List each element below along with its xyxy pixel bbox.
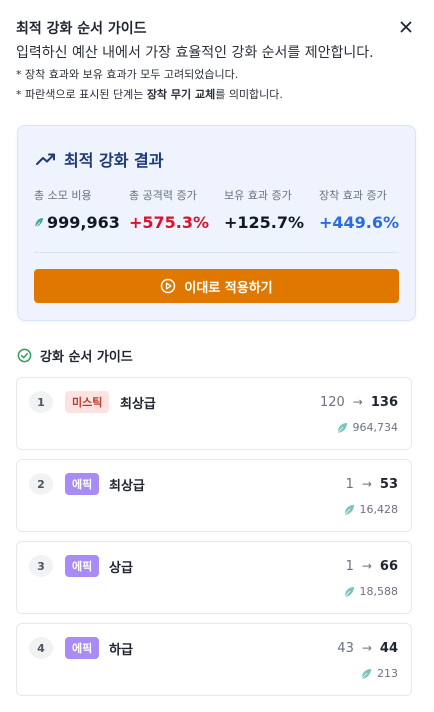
stat-label: 총 소모 비용 [34, 189, 92, 202]
stat-total-cost: 총 소모 비용 999,963 [34, 187, 120, 232]
step-cost: 964,734 [336, 421, 399, 434]
level-from: 120 [319, 394, 345, 410]
stat-label: 장착 효과 증가 [319, 189, 387, 202]
feather-icon [360, 668, 371, 680]
feather-icon [34, 217, 43, 228]
level-change: 1 → 53 [346, 473, 398, 495]
step-cost: 18,588 [343, 585, 399, 598]
cost-value: 16,428 [359, 503, 399, 516]
note-blue-suffix: 를 의미합니다. [215, 88, 283, 101]
level-to: 53 [379, 476, 398, 492]
level-to: 136 [370, 394, 398, 410]
stat-holding-effect: 보유 효과 증가 +125.7% [224, 187, 304, 232]
note-blue-bold: 장착 무기 교체 [146, 88, 216, 101]
note-blue-prefix: * 파란색으로 표시된 단계는 [16, 88, 147, 101]
step-card[interactable]: 1 미스틱 최상급 120 → 136 964,734 [16, 377, 412, 450]
stat-label: 보유 효과 증가 [224, 189, 292, 202]
arrow-right-icon: → [352, 395, 363, 409]
stat-value-text: 999,963 [47, 213, 120, 232]
grade-label: 하급 [109, 642, 133, 658]
step-cost: 213 [360, 667, 398, 680]
tier-badge: 미스틱 [65, 391, 110, 413]
step-number: 3 [29, 555, 53, 577]
feather-icon [343, 504, 354, 516]
cost-value: 964,734 [352, 421, 399, 434]
step-number: 4 [29, 637, 53, 659]
step-card[interactable]: 2 에픽 최상급 1 → 53 16,428 [16, 459, 412, 532]
feather-icon [343, 586, 354, 598]
level-from: 43 [337, 640, 354, 656]
stat-value: +125.7% [224, 213, 305, 232]
divider [34, 252, 399, 253]
level-to: 66 [379, 558, 398, 574]
level-from: 1 [345, 558, 354, 574]
result-title: 최적 강화 결과 [36, 147, 163, 171]
stat-value: 999,963 [34, 213, 120, 232]
check-circle-icon [17, 348, 32, 363]
level-change: 120 → 136 [320, 391, 398, 413]
guide-title: 강화 순서 가이드 [40, 350, 133, 365]
level-from: 1 [345, 476, 354, 492]
note-effects: * 장착 효과와 보유 효과가 모두 고려되었습니다. [16, 68, 239, 81]
level-change: 1 → 66 [346, 555, 398, 577]
apply-button[interactable]: 이대로 적용하기 [34, 269, 399, 303]
feather-icon [336, 422, 347, 434]
note-blue-steps: * 파란색으로 표시된 단계는 장착 무기 교체를 의미합니다. [16, 86, 283, 102]
level-to: 44 [379, 640, 398, 656]
result-title-text: 최적 강화 결과 [64, 151, 164, 170]
step-card[interactable]: 3 에픽 상급 1 → 66 18,588 [16, 541, 412, 614]
play-circle-icon [161, 278, 176, 294]
arrow-right-icon: → [361, 559, 372, 573]
tier-badge: 에픽 [65, 473, 100, 495]
result-card: 최적 강화 결과 총 소모 비용 999,963 총 공격력 증가 +575.3… [17, 125, 416, 321]
tier-badge: 에픽 [65, 555, 100, 577]
guide-heading: 강화 순서 가이드 [17, 346, 133, 365]
dialog-title: 최적 강화 순서 가이드 [16, 21, 147, 37]
grade-label: 최상급 [120, 396, 156, 412]
apply-button-label: 이대로 적용하기 [184, 280, 273, 296]
cost-value: 213 [377, 667, 398, 680]
trending-up-icon [36, 153, 55, 165]
stat-total-attack: 총 공격력 증가 +575.3% [129, 187, 209, 232]
step-cost: 16,428 [343, 503, 399, 516]
stat-label: 총 공격력 증가 [129, 189, 197, 202]
stat-value: +575.3% [129, 213, 210, 232]
step-number: 1 [29, 391, 53, 413]
stat-value: +449.6% [319, 213, 400, 232]
step-card[interactable]: 4 에픽 하급 43 → 44 213 [16, 623, 412, 696]
close-icon[interactable] [398, 19, 414, 35]
close-button[interactable] [398, 19, 414, 35]
cost-value: 18,588 [359, 585, 399, 598]
step-number: 2 [29, 473, 53, 495]
level-change: 43 → 44 [337, 637, 398, 659]
grade-label: 최상급 [109, 478, 145, 494]
dialog-subtitle: 입력하신 예산 내에서 가장 효율적인 강화 순서를 제안합니다. [16, 45, 374, 61]
arrow-right-icon: → [361, 477, 372, 491]
tier-badge: 에픽 [65, 637, 100, 659]
arrow-right-icon: → [361, 641, 372, 655]
grade-label: 상급 [109, 560, 133, 576]
dialog-header: 최적 강화 순서 가이드 [16, 18, 418, 38]
stat-equip-effect: 장착 효과 증가 +449.6% [319, 187, 399, 232]
